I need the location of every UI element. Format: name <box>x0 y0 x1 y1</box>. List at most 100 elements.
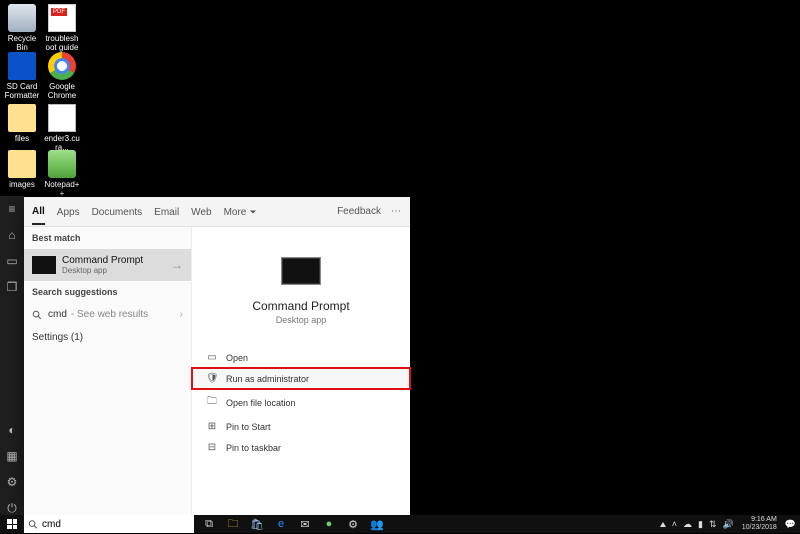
folder-icon <box>8 104 36 132</box>
best-match-item[interactable]: Command Prompt Desktop app → <box>24 249 191 281</box>
account-icon[interactable]: ◐ <box>5 423 19 437</box>
desktop-icon-cura[interactable]: ender3.cura... <box>44 104 80 152</box>
suggestions-header: Search suggestions <box>24 281 191 303</box>
recycle-bin-icon <box>8 4 36 32</box>
icon-label: images <box>4 180 40 189</box>
icon-label: Recycle Bin <box>4 34 40 52</box>
desktop-icon-recycle-bin[interactable]: Recycle Bin <box>4 4 40 52</box>
mail-icon[interactable]: ✉ <box>298 517 312 531</box>
notepad-icon <box>48 150 76 178</box>
open-icon: ▭ <box>206 352 218 363</box>
hamburger-icon[interactable]: ≡ <box>5 202 19 216</box>
chevron-right-icon: › <box>180 309 183 320</box>
preview-actions: ▭ Open 🛡 Run as administrator 🗀 Open fil… <box>192 347 410 458</box>
search-filter-tabs: All Apps Documents Email Web More Feedba… <box>24 197 410 227</box>
desktop-icon-files[interactable]: files <box>4 104 40 143</box>
search-results-list: Best match Command Prompt Desktop app → … <box>24 227 192 515</box>
action-label: Pin to taskbar <box>226 443 281 453</box>
admin-shield-icon: 🛡 <box>206 373 218 384</box>
pictures-icon[interactable]: ▦ <box>5 449 19 463</box>
feedback-link[interactable]: Feedback <box>337 206 381 217</box>
best-match-subtitle: Desktop app <box>62 266 171 275</box>
windows-logo-icon <box>7 519 17 529</box>
taskbar-search-box[interactable] <box>24 515 194 533</box>
onedrive-icon[interactable]: ☁ <box>683 519 692 530</box>
icon-label: SD Card Formatter <box>4 82 40 100</box>
network-icon[interactable]: ❐ <box>5 280 19 294</box>
store-icon[interactable]: 🛍 <box>250 517 264 531</box>
pdf-icon <box>48 4 76 32</box>
clock-time: 9:16 AM <box>742 516 777 524</box>
desktop-icon-sdcard[interactable]: SD Card Formatter <box>4 52 40 100</box>
file-icon <box>48 104 76 132</box>
start-button[interactable] <box>0 515 24 533</box>
icon-label: Notepad++ <box>44 180 80 198</box>
command-prompt-icon <box>281 257 321 285</box>
action-run-as-administrator[interactable]: 🛡 Run as administrator <box>192 368 410 389</box>
task-view-icon[interactable]: ⧉ <box>202 517 216 531</box>
volume-icon[interactable]: 🔊 <box>723 519 734 530</box>
search-icon <box>32 310 42 320</box>
network-icon[interactable]: ⇅ <box>709 519 717 530</box>
tab-apps[interactable]: Apps <box>57 199 80 224</box>
edge-icon[interactable]: e <box>274 517 288 531</box>
search-input[interactable] <box>42 519 190 530</box>
pin-icon: ⊞ <box>206 421 218 432</box>
search-preview-pane: Command Prompt Desktop app ▭ Open 🛡 Run … <box>192 227 410 515</box>
start-rail: ≡ ⌂ ▭ ❐ ◐ ▦ ⚙ ⏻ <box>0 196 24 515</box>
suggestion-hint: - See web results <box>71 309 148 320</box>
tab-web[interactable]: Web <box>191 199 211 224</box>
tray-chevron-icon[interactable]: ˄ <box>672 519 677 529</box>
action-label: Open file location <box>226 398 296 408</box>
battery-icon[interactable]: ▮ <box>698 519 703 530</box>
action-open[interactable]: ▭ Open <box>192 347 410 368</box>
icon-label: files <box>4 134 40 143</box>
tab-all[interactable]: All <box>32 198 45 225</box>
clock-date: 10/23/2018 <box>742 524 777 532</box>
best-match-title: Command Prompt <box>62 255 171 266</box>
power-icon[interactable]: ⏻ <box>5 501 19 515</box>
tab-documents[interactable]: Documents <box>92 199 143 224</box>
more-options-icon[interactable]: ⋯ <box>391 206 402 217</box>
tab-more[interactable]: More <box>224 199 257 224</box>
settings-icon[interactable]: ⚙ <box>346 517 360 531</box>
command-prompt-icon <box>32 256 56 274</box>
desktop-icon-chrome[interactable]: Google Chrome <box>44 52 80 100</box>
desktop-icon-notepadpp[interactable]: Notepad++ <box>44 150 80 198</box>
app-icon[interactable]: ● <box>322 517 336 531</box>
system-tray: ˄ ☁ ▮ ⇅ 🔊 9:16 AM 10/23/2018 💬 <box>660 516 800 532</box>
action-pin-to-taskbar[interactable]: ⊟ Pin to taskbar <box>192 437 410 458</box>
desktop-icon-images[interactable]: images <box>4 150 40 189</box>
search-icon <box>28 519 38 530</box>
expand-arrow-icon[interactable]: → <box>171 258 183 272</box>
web-suggestion-item[interactable]: cmd - See web results › <box>24 303 191 326</box>
action-label: Run as administrator <box>226 374 309 384</box>
taskbar-clock[interactable]: 9:16 AM 10/23/2018 <box>742 516 777 532</box>
teams-icon[interactable]: 👥 <box>370 517 384 531</box>
settings-results-header[interactable]: Settings (1) <box>24 326 191 349</box>
start-search-panel: All Apps Documents Email Web More Feedba… <box>24 197 410 515</box>
action-label: Open <box>226 353 248 363</box>
icon-label: troubleshoot guide <box>44 34 80 52</box>
folder-icon: 🗀 <box>206 394 218 411</box>
tray-overflow-icon[interactable] <box>660 522 666 527</box>
action-label: Pin to Start <box>226 422 271 432</box>
action-pin-to-start[interactable]: ⊞ Pin to Start <box>192 416 410 437</box>
icon-label: Google Chrome <box>44 82 80 100</box>
documents-icon[interactable]: ▭ <box>5 254 19 268</box>
preview-title: Command Prompt <box>252 299 349 313</box>
action-open-file-location[interactable]: 🗀 Open file location <box>192 389 410 416</box>
desktop-icon-pdf[interactable]: troubleshoot guide <box>44 4 80 52</box>
action-center-icon[interactable]: 💬 <box>785 519 796 530</box>
settings-rail-icon[interactable]: ⚙ <box>5 475 19 489</box>
home-icon[interactable]: ⌂ <box>5 228 19 242</box>
sd-card-icon <box>8 52 36 80</box>
file-explorer-icon[interactable]: 🗀 <box>226 517 240 531</box>
chrome-icon <box>48 52 76 80</box>
tab-email[interactable]: Email <box>154 199 179 224</box>
taskbar: ⧉ 🗀 🛍 e ✉ ● ⚙ 👥 ˄ ☁ ▮ ⇅ 🔊 9:16 AM 10/23/… <box>0 515 800 533</box>
pin-icon: ⊟ <box>206 442 218 453</box>
taskbar-pinned-apps: ⧉ 🗀 🛍 e ✉ ● ⚙ 👥 <box>202 515 384 533</box>
preview-subtitle: Desktop app <box>276 315 327 325</box>
best-match-header: Best match <box>24 227 191 249</box>
